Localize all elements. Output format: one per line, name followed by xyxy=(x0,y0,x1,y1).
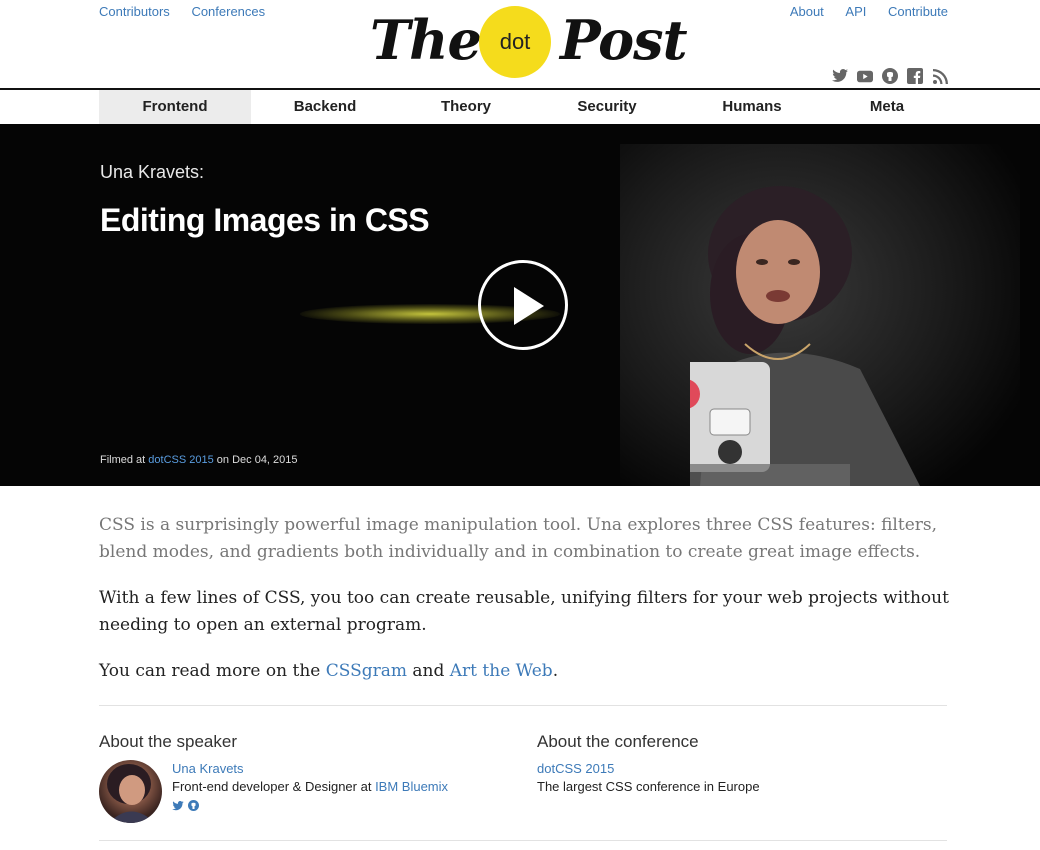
hero-speaker-name: Una Kravets: xyxy=(100,162,205,182)
section-divider-bottom xyxy=(99,840,947,841)
about-speaker-section: About the speaker Una Kravets Front-end … xyxy=(99,732,519,823)
nav-tab-security[interactable]: Security xyxy=(533,90,681,124)
rss-icon[interactable] xyxy=(932,68,948,84)
art-the-web-link[interactable]: Art the Web xyxy=(450,661,553,681)
filmed-suffix: on Dec 04, 2015 xyxy=(213,454,298,466)
top-links-right: About API Contribute xyxy=(772,4,948,19)
nav-tab-frontend[interactable]: Frontend xyxy=(99,90,251,124)
article-paragraph-2: With a few lines of CSS, you too can cre… xyxy=(99,588,949,635)
speaker-video-frame xyxy=(690,186,920,486)
youtube-icon[interactable] xyxy=(857,68,873,84)
conference-description: The largest CSS conference in Europe xyxy=(537,779,760,794)
top-links-left: Contributors Conferences xyxy=(99,4,283,19)
speaker-company-link[interactable]: IBM Bluemix xyxy=(375,779,448,794)
nav-tab-humans[interactable]: Humans xyxy=(681,90,823,124)
speaker-role: Front-end developer & Designer at xyxy=(172,779,376,794)
filmed-event-link[interactable]: dotCSS 2015 xyxy=(148,454,213,466)
logo-word-post: Post xyxy=(560,8,688,72)
play-video-button[interactable] xyxy=(478,260,568,350)
cssgram-link[interactable]: CSSgram xyxy=(326,661,407,681)
main-nav: Frontend Backend Theory Security Humans … xyxy=(0,88,1040,124)
nav-tab-backend[interactable]: Backend xyxy=(251,90,399,124)
speaker-github-icon[interactable] xyxy=(188,798,199,816)
hero-talk-title: Editing Images in CSS xyxy=(100,202,430,238)
github-icon[interactable] xyxy=(882,68,898,84)
nav-tab-meta[interactable]: Meta xyxy=(823,90,951,124)
p3-mid: and xyxy=(407,661,450,681)
api-link[interactable]: API xyxy=(845,4,866,19)
filmed-at-caption: Filmed at dotCSS 2015 on Dec 04, 2015 xyxy=(100,454,298,466)
video-hero: Una Kravets: Editing Images in CSS Filme… xyxy=(0,124,1040,486)
speaker-info: Una Kravets Front-end developer & Design… xyxy=(172,760,448,816)
social-icons xyxy=(832,68,948,84)
filmed-prefix: Filmed at xyxy=(100,454,149,466)
article-body: CSS is a surprisingly powerful image man… xyxy=(99,512,949,704)
conferences-link[interactable]: Conferences xyxy=(191,4,265,19)
facebook-icon[interactable] xyxy=(907,68,923,84)
about-conference-heading: About the conference xyxy=(537,732,699,751)
twitter-icon[interactable] xyxy=(832,68,848,84)
site-logo[interactable]: The dot Post xyxy=(370,6,688,80)
article-paragraph-3: You can read more on the CSSgram and Art… xyxy=(99,658,949,685)
about-conference-section: About the conference dotCSS 2015 The lar… xyxy=(537,732,947,794)
logo-dot-badge: dot xyxy=(479,6,551,78)
avatar[interactable] xyxy=(99,760,162,823)
speaker-twitter-icon[interactable] xyxy=(172,798,184,816)
about-speaker-heading: About the speaker xyxy=(99,732,237,751)
conference-info: dotCSS 2015 The largest CSS conference i… xyxy=(537,760,760,796)
site-header: Contributors Conferences About API Contr… xyxy=(0,0,1040,89)
about-link[interactable]: About xyxy=(790,4,824,19)
section-divider xyxy=(99,705,947,706)
speaker-name-link[interactable]: Una Kravets xyxy=(172,761,244,776)
conference-name-link[interactable]: dotCSS 2015 xyxy=(537,761,614,776)
p3-prefix: You can read more on the xyxy=(99,661,326,681)
logo-word-the: The xyxy=(370,8,482,72)
article-lead: CSS is a surprisingly powerful image man… xyxy=(99,515,938,562)
p3-suffix: . xyxy=(552,661,559,681)
nav-tab-theory[interactable]: Theory xyxy=(399,90,533,124)
contribute-link[interactable]: Contribute xyxy=(888,4,948,19)
contributors-link[interactable]: Contributors xyxy=(99,4,170,19)
